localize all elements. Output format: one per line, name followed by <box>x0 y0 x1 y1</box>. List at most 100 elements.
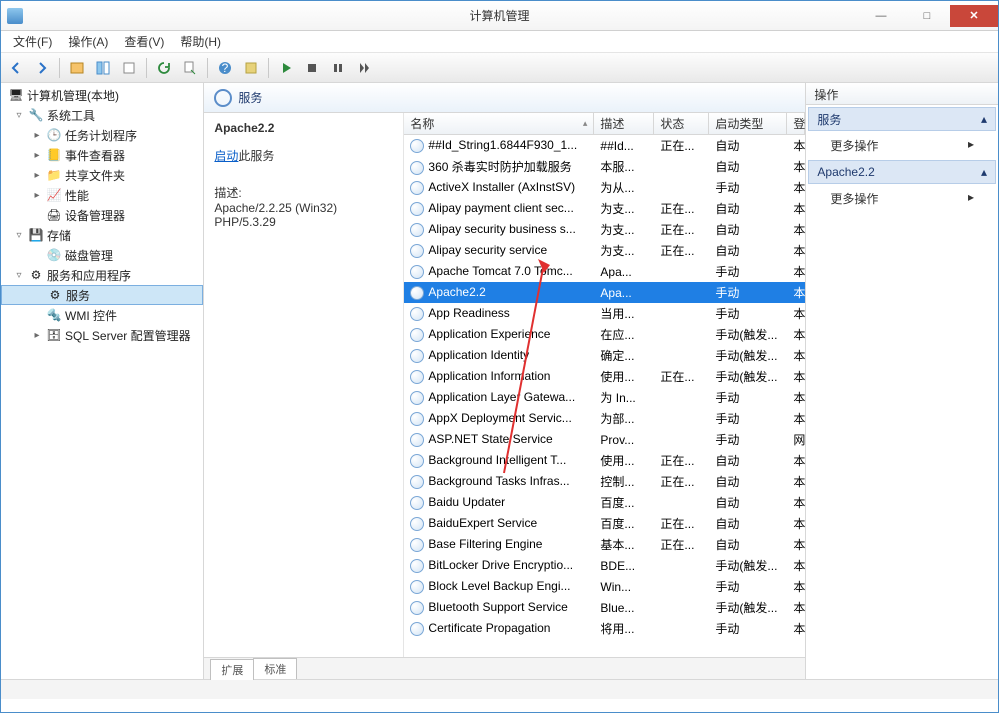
computer-icon: 🖥 <box>8 87 24 103</box>
tab-standard[interactable]: 标准 <box>253 658 297 679</box>
menu-bar: 文件(F) 操作(A) 查看(V) 帮助(H) <box>1 31 998 53</box>
service-row[interactable]: Base Filtering Engine基本...正在...自动本 <box>404 534 805 555</box>
chevron-right-icon: ▸ <box>968 137 974 154</box>
show-hide-button[interactable] <box>66 57 88 79</box>
tree-sql[interactable]: ▸🗄SQL Server 配置管理器 <box>1 325 203 345</box>
service-row[interactable]: Background Tasks Infras...控制...正在...自动本 <box>404 471 805 492</box>
export-list-button[interactable] <box>179 57 201 79</box>
service-row[interactable]: Alipay payment client sec...为支...正在...自动… <box>404 198 805 219</box>
service-row[interactable]: AppX Deployment Servic...为部...手动本 <box>404 408 805 429</box>
help-button[interactable]: ? <box>214 57 236 79</box>
service-row[interactable]: ##Id_String1.6844F930_1...##Id...正在...自动… <box>404 135 805 156</box>
service-row[interactable]: Block Level Backup Engi...Win...手动本 <box>404 576 805 597</box>
service-row[interactable]: Alipay security business s...为支...正在...自… <box>404 219 805 240</box>
tree-root-label: 计算机管理(本地) <box>27 87 119 104</box>
service-icon <box>410 265 424 279</box>
service-row[interactable]: Certificate Propagation将用...手动本 <box>404 618 805 639</box>
service-row[interactable]: ActiveX Installer (AxInstSV)为从...手动本 <box>404 177 805 198</box>
tree-eventvw[interactable]: ▸📒事件查看器 <box>1 145 203 165</box>
service-row[interactable]: BaiduExpert Service百度...正在...自动本 <box>404 513 805 534</box>
pause-service-button[interactable] <box>327 57 349 79</box>
service-row[interactable]: App Readiness当用...手动本 <box>404 303 805 324</box>
service-row[interactable]: 360 杀毒实时防护加载服务本服...自动本 <box>404 156 805 177</box>
tree-storage[interactable]: ▿💾存储 <box>1 225 203 245</box>
service-row[interactable]: BitLocker Drive Encryptio...BDE...手动(触发.… <box>404 555 805 576</box>
tree-shares[interactable]: ▸📁共享文件夹 <box>1 165 203 185</box>
tab-extended[interactable]: 扩展 <box>210 659 254 680</box>
service-row[interactable]: Background Intelligent T...使用...正在...自动本 <box>404 450 805 471</box>
tree-label: 共享文件夹 <box>65 167 125 184</box>
tree-devmgr[interactable]: 🖨设备管理器 <box>1 205 203 225</box>
service-detail-pane: Apache2.2 启动此服务 描述: Apache/2.2.25 (Win32… <box>204 113 404 657</box>
stop-service-button[interactable] <box>301 57 323 79</box>
close-button[interactable]: ✕ <box>950 5 998 27</box>
maximize-button[interactable]: □ <box>904 5 950 27</box>
tree-svcapps[interactable]: ▿⚙服务和应用程序 <box>1 265 203 285</box>
list-header[interactable]: 名称▴ 描述 状态 启动类型 登 <box>404 113 805 135</box>
tree-root[interactable]: 🖥计算机管理(本地) <box>1 85 203 105</box>
menu-help[interactable]: 帮助(H) <box>172 31 229 52</box>
menu-action[interactable]: 操作(A) <box>60 31 116 52</box>
wmi-icon: 🔩 <box>46 307 62 323</box>
tree-perf[interactable]: ▸📈性能 <box>1 185 203 205</box>
service-row[interactable]: Application Experience在应...手动(触发...本 <box>404 324 805 345</box>
refresh-button[interactable] <box>153 57 175 79</box>
navigation-tree[interactable]: 🖥计算机管理(本地) ▿🔧系统工具 ▸🕒任务计划程序 ▸📒事件查看器 ▸📁共享文… <box>1 83 204 679</box>
service-icon <box>410 580 424 594</box>
service-row[interactable]: Alipay security service为支...正在...自动本 <box>404 240 805 261</box>
detail-desc-label: 描述: <box>214 184 393 201</box>
svg-text:?: ? <box>222 61 229 75</box>
start-service-button[interactable] <box>275 57 297 79</box>
service-row[interactable]: Apache Tomcat 7.0 Tomc...Apa...手动本 <box>404 261 805 282</box>
col-name[interactable]: 名称▴ <box>404 113 594 134</box>
detail-start-line: 启动此服务 <box>214 147 393 164</box>
tree-scheduler[interactable]: ▸🕒任务计划程序 <box>1 125 203 145</box>
service-icon <box>410 517 424 531</box>
actions-section-apache[interactable]: Apache2.2▴ <box>808 160 996 184</box>
status-bar <box>1 679 998 699</box>
service-row[interactable]: ASP.NET State ServiceProv...手动网 <box>404 429 805 450</box>
service-row[interactable]: Application Layer Gatewa...为 In...手动本 <box>404 387 805 408</box>
service-row[interactable]: Apache2.2Apa...手动本 <box>404 282 805 303</box>
service-icon <box>410 349 424 363</box>
tree-label: 服务和应用程序 <box>47 267 131 284</box>
actions-more-2[interactable]: 更多操作▸ <box>806 186 998 211</box>
service-icon <box>410 161 424 175</box>
restart-service-button[interactable] <box>353 57 375 79</box>
properties-button[interactable] <box>92 57 114 79</box>
service-row[interactable]: Bluetooth Support ServiceBlue...手动(触发...… <box>404 597 805 618</box>
col-startup[interactable]: 启动类型 <box>709 113 787 134</box>
detail-desc: Apache/2.2.25 (Win32) PHP/5.3.29 <box>214 201 393 229</box>
service-row[interactable]: Baidu Updater百度...自动本 <box>404 492 805 513</box>
event-icon: 📒 <box>46 147 62 163</box>
service-icon <box>410 538 424 552</box>
tree-label: 系统工具 <box>47 107 95 124</box>
service-row[interactable]: Application Identity确定...手动(触发...本 <box>404 345 805 366</box>
tree-systools[interactable]: ▿🔧系统工具 <box>1 105 203 125</box>
tree-wmi[interactable]: 🔩WMI 控件 <box>1 305 203 325</box>
menu-view[interactable]: 查看(V) <box>116 31 172 52</box>
service-icon <box>410 622 424 636</box>
menu-file[interactable]: 文件(F) <box>5 31 60 52</box>
tree-services[interactable]: ⚙服务 <box>1 285 203 305</box>
gear-icon: ⚙ <box>47 287 63 303</box>
tree-label: 性能 <box>65 187 89 204</box>
service-icon <box>410 454 424 468</box>
perf-icon: 📈 <box>46 187 62 203</box>
service-row[interactable]: Application Information使用...正在...手动(触发..… <box>404 366 805 387</box>
actions-more-1[interactable]: 更多操作▸ <box>806 133 998 158</box>
col-logon[interactable]: 登 <box>787 113 805 134</box>
storage-icon: 💾 <box>28 227 44 243</box>
actions-section-services[interactable]: 服务▴ <box>808 107 996 131</box>
col-desc[interactable]: 描述 <box>594 113 654 134</box>
toolbar-extra-1[interactable] <box>240 57 262 79</box>
start-service-link[interactable]: 启动 <box>214 149 238 163</box>
col-status[interactable]: 状态 <box>654 113 709 134</box>
minimize-button[interactable]: — <box>858 5 904 27</box>
forward-button[interactable] <box>31 57 53 79</box>
services-list[interactable]: 名称▴ 描述 状态 启动类型 登 ##Id_String1.6844F930_1… <box>404 113 805 657</box>
service-icon <box>410 601 424 615</box>
export-button[interactable] <box>118 57 140 79</box>
back-button[interactable] <box>5 57 27 79</box>
tree-diskmgmt[interactable]: 💿磁盘管理 <box>1 245 203 265</box>
